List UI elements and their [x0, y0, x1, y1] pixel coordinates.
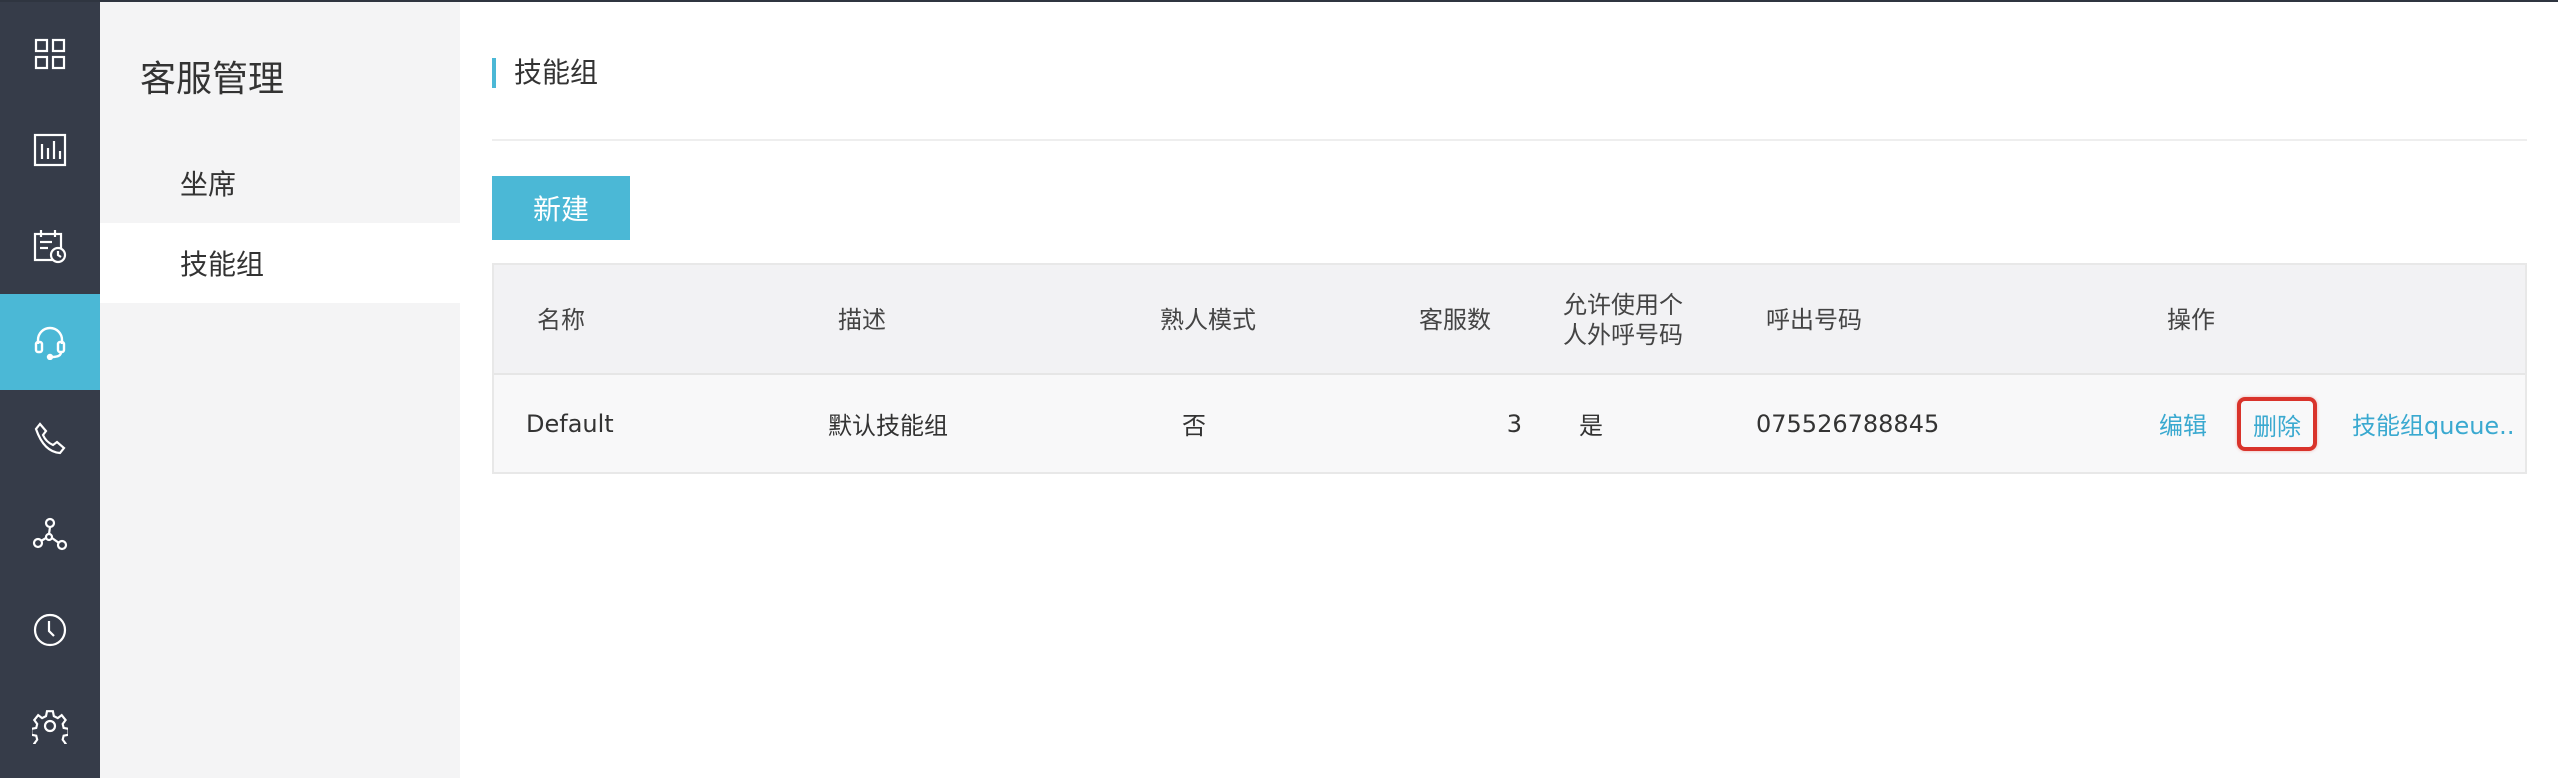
rail-item-calls[interactable]: [0, 390, 100, 486]
cell-familiar-mode: 否: [1182, 412, 1206, 440]
submenu-item-agents[interactable]: 坐席: [100, 143, 460, 223]
cell-outbound-number: 075526788845: [1756, 409, 1940, 438]
rail-item-settings[interactable]: [0, 678, 100, 774]
submenu: 客服管理 坐席 技能组: [100, 2, 460, 778]
rail-item-reports[interactable]: [0, 102, 100, 198]
page-title: 技能组: [492, 58, 598, 88]
rail-item-customer-service[interactable]: [0, 294, 100, 390]
new-button[interactable]: 新建: [492, 176, 630, 240]
bar-chart-icon: [33, 133, 67, 167]
column-header-line-2: 人外呼号码: [1563, 321, 1683, 349]
skill-group-queue-link[interactable]: 技能组queue...: [2352, 375, 2517, 472]
network-icon: [32, 517, 68, 551]
column-header-allow-personal-outbound: 允许使用个 人外呼号码: [1563, 265, 1683, 375]
calendar-clock-icon: [33, 230, 67, 264]
submenu-title: 客服管理: [140, 59, 285, 100]
delete-link[interactable]: 删除: [2253, 407, 2301, 442]
column-header-name: 名称: [537, 306, 585, 334]
column-header-actions: 操作: [2167, 306, 2215, 334]
icon-rail: [0, 2, 100, 778]
phone-icon: [34, 422, 66, 455]
edit-link[interactable]: 编辑: [2159, 375, 2207, 472]
headset-icon: [34, 326, 66, 360]
table-row: Default 默认技能组 否 3 是 075526788845 编辑 删除 技…: [494, 375, 2525, 472]
rail-item-schedule[interactable]: [0, 198, 100, 294]
column-header-description: 描述: [838, 306, 886, 334]
submenu-item-skill-groups[interactable]: 技能组: [100, 223, 460, 303]
cell-description: 默认技能组: [828, 412, 948, 440]
clock-icon: [33, 613, 67, 647]
app-window: 客服管理 坐席 技能组 技能组 新建 名称 描述 熟人模式 客服数 允许使用个 …: [0, 0, 2558, 778]
grid-icon: [34, 38, 66, 70]
rail-item-dashboard[interactable]: [0, 6, 100, 102]
column-header-outbound-number: 呼出号码: [1766, 306, 1862, 334]
delete-highlight: 删除: [2237, 397, 2317, 451]
column-header-line-1: 允许使用个: [1563, 291, 1683, 319]
column-header-familiar-mode: 熟人模式: [1160, 306, 1256, 334]
rail-item-history[interactable]: [0, 582, 100, 678]
cell-allow-personal-outbound: 是: [1579, 412, 1603, 440]
column-header-agent-count: 客服数: [1419, 306, 1491, 334]
table-header: 名称 描述 熟人模式 客服数 允许使用个 人外呼号码 呼出号码 操作: [494, 265, 2525, 375]
cell-name: Default: [526, 409, 614, 438]
cell-agent-count: 3: [1506, 409, 1522, 438]
main-content: 技能组 新建 名称 描述 熟人模式 客服数 允许使用个 人外呼号码 呼出号码 操…: [460, 2, 2558, 778]
divider: [492, 139, 2527, 141]
skill-group-table: 名称 描述 熟人模式 客服数 允许使用个 人外呼号码 呼出号码 操作 Defau…: [492, 263, 2527, 474]
rail-item-flow[interactable]: [0, 486, 100, 582]
gear-icon: [32, 710, 68, 744]
